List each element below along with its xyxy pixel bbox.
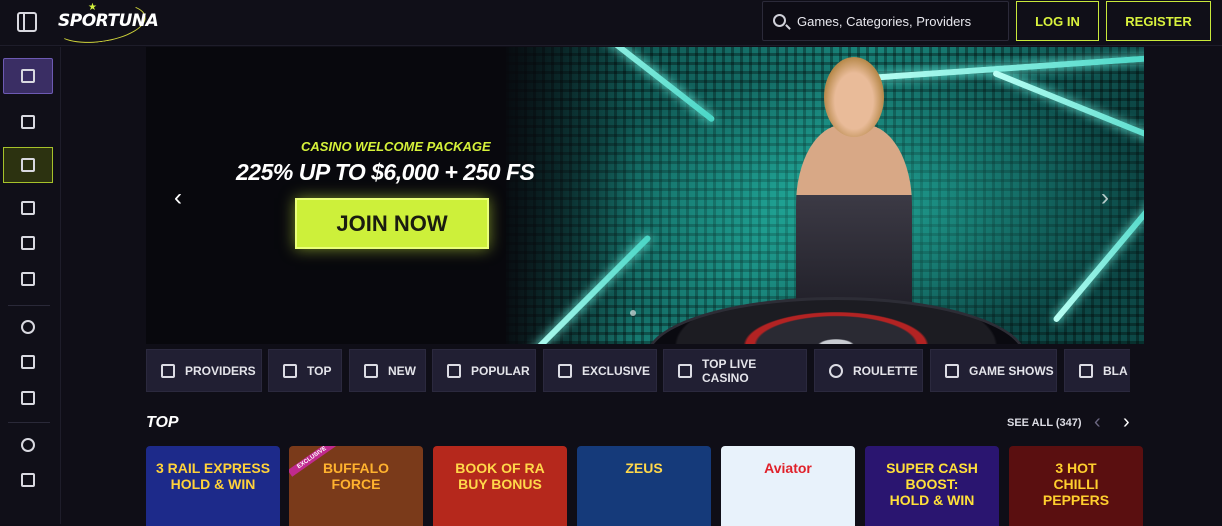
tab-label: EXCLUSIVE	[582, 363, 651, 378]
tab-new[interactable]: NEW	[349, 349, 426, 392]
tab-label: TOP LIVE CASINO	[702, 356, 757, 385]
tab-label: BLA	[1103, 363, 1128, 378]
game-title: Aviator	[764, 460, 812, 476]
tab-label: PROVIDERS	[185, 363, 256, 378]
promo-kicker: CASINO WELCOME PACKAGE	[301, 139, 491, 154]
register-button[interactable]: REGISTER	[1106, 1, 1211, 41]
home-icon	[21, 158, 35, 172]
game-tile[interactable]: BOOK OF RA BUY BONUS	[433, 446, 567, 526]
game-title: 3 HOT CHILLI PEPPERS	[1042, 460, 1110, 508]
hero-model-head	[824, 57, 884, 137]
gamepad-icon	[21, 391, 35, 405]
sidebar-item-sports[interactable]	[3, 309, 53, 345]
sidebar-item-home[interactable]	[3, 147, 53, 183]
hero-next-arrow-icon[interactable]: ›	[1101, 184, 1109, 212]
join-now-button[interactable]: JOIN NOW	[295, 198, 489, 249]
hero-banner[interactable]: CASINO WELCOME PACKAGE 225% UP TO $6,000…	[146, 47, 1144, 344]
tab-top-live-casino[interactable]: TOP LIVE CASINO	[663, 349, 807, 392]
sidebar-divider	[8, 422, 50, 423]
game-title: BOOK OF RA BUY BONUS	[455, 460, 545, 492]
cup-icon	[21, 69, 35, 83]
coupon-icon	[21, 201, 35, 215]
game-tile[interactable]: Aviator	[721, 446, 855, 526]
game-tile[interactable]: SUPER CASH BOOST: HOLD & WIN	[865, 446, 999, 526]
tab-providers[interactable]: PROVIDERS	[146, 349, 262, 392]
video-icon	[21, 355, 35, 369]
hero-model-image	[766, 47, 966, 325]
cards-icon	[678, 363, 692, 378]
game-title: 3 RAIL EXPRESS HOLD & WIN	[155, 460, 271, 492]
search-input[interactable]: Games, Categories, Providers	[762, 1, 1009, 41]
award-icon	[21, 438, 35, 452]
tab-exclusive[interactable]: EXCLUSIVE	[543, 349, 657, 392]
bolt-icon	[364, 363, 378, 378]
sidebar-toggle-icon[interactable]	[17, 12, 37, 32]
layers-icon	[161, 363, 175, 378]
game-title: SUPER CASH BOOST: HOLD & WIN	[886, 460, 978, 508]
tab-roulette[interactable]: ROULETTE	[814, 349, 923, 392]
tab-game-shows[interactable]: GAME SHOWS	[930, 349, 1057, 392]
sidebar-item-gift[interactable]	[3, 104, 53, 140]
trophy-icon	[21, 473, 35, 487]
game-tile[interactable]: ZEUS	[577, 446, 711, 526]
game-title: BUFFALO FORCE	[322, 460, 390, 492]
gift-icon	[21, 115, 35, 129]
game-tile[interactable]: BUFFALO FORCE EXCLUSIVE	[289, 446, 423, 526]
hero-model-body	[796, 125, 912, 325]
promo-title: 225% UP TO $6,000 + 250 FS	[236, 159, 535, 185]
sidebar-item-seven[interactable]	[3, 261, 53, 297]
tab-label: POPULAR	[471, 363, 530, 378]
top-bar: ★ SPORTUNA Games, Categories, Providers …	[0, 0, 1222, 49]
login-button[interactable]: LOG IN	[1016, 1, 1099, 41]
tab-top[interactable]: TOP	[268, 349, 342, 392]
see-all-link[interactable]: SEE ALL (347)	[1007, 417, 1082, 429]
logo[interactable]: SPORTUNA	[58, 11, 159, 31]
games-next-arrow-icon[interactable]: ›	[1123, 411, 1130, 434]
tab-label: GAME SHOWS	[969, 363, 1054, 378]
diamond-icon	[558, 363, 572, 378]
tab-blackjack[interactable]: BLA	[1064, 349, 1130, 392]
sidebar-item-awards[interactable]	[3, 427, 53, 463]
sidebar	[0, 47, 61, 524]
sidebar-item-cup[interactable]	[3, 58, 53, 94]
roulette-icon	[829, 363, 843, 378]
game-tile[interactable]: 3 RAIL EXPRESS HOLD & WIN	[146, 446, 280, 526]
sidebar-divider	[8, 305, 50, 306]
tab-label: TOP	[307, 363, 332, 378]
sidebar-item-live[interactable]	[3, 344, 53, 380]
games-prev-arrow-icon[interactable]: ‹	[1094, 411, 1101, 434]
blackjack-icon	[1079, 363, 1093, 378]
hero-prev-arrow-icon[interactable]: ‹	[174, 184, 182, 212]
tab-label: ROULETTE	[853, 363, 918, 378]
tab-label: NEW	[388, 363, 416, 378]
mobile-icon	[21, 236, 35, 250]
hero-fade	[496, 47, 636, 344]
category-tabs: PROVIDERS TOP NEW POPULAR EXCLUSIVE TOP …	[146, 349, 1130, 392]
crown-icon	[283, 363, 297, 378]
tab-popular[interactable]: POPULAR	[432, 349, 536, 392]
sidebar-item-mobile[interactable]	[3, 225, 53, 261]
game-tile[interactable]: 3 HOT CHILLI PEPPERS	[1009, 446, 1143, 526]
carousel-indicator[interactable]	[630, 310, 636, 316]
flame-icon	[447, 363, 461, 378]
sidebar-item-games[interactable]	[3, 380, 53, 416]
microphone-icon	[945, 363, 959, 378]
section-title: TOP	[146, 414, 179, 431]
soccer-ball-icon	[21, 320, 35, 334]
search-placeholder: Games, Categories, Providers	[797, 14, 972, 29]
sidebar-item-tournaments[interactable]	[3, 462, 53, 498]
sidebar-item-coupon[interactable]	[3, 190, 53, 226]
search-icon	[773, 14, 786, 27]
game-title: ZEUS	[625, 460, 663, 476]
seven-icon	[21, 272, 35, 286]
